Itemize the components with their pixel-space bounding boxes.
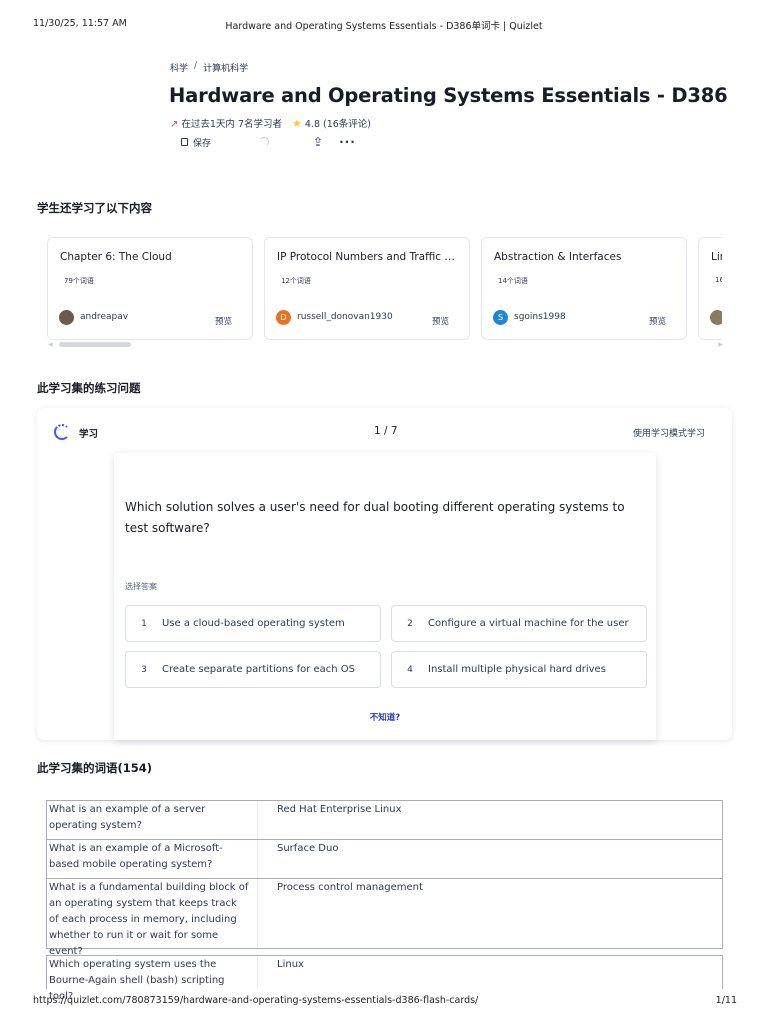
question-card: Which solution solves a user's need for … [114, 453, 656, 740]
option-text: Use a cloud-based operating system [162, 618, 345, 629]
avatar: D [276, 310, 291, 325]
star-icon: ★ [292, 117, 302, 130]
table-row: What is an example of a server operating… [46, 800, 723, 840]
more-icon[interactable]: ··· [339, 135, 356, 149]
learn-mode-label: 学习 [79, 429, 99, 440]
row-divider [257, 879, 258, 948]
option-number: 4 [407, 664, 413, 675]
term-question: What is a fundamental building block of … [49, 882, 249, 957]
print-url: https://quizlet.com/780873159/hardware-a… [33, 995, 479, 1006]
studyset-card[interactable]: IP Protocol Numbers and Traffic Types 12… [264, 237, 470, 340]
action-bar: 保存 ⇪ ··· [181, 135, 356, 149]
term-question: What is an example of a server operating… [49, 804, 206, 831]
print-header: 11/30/25, 11:57 AM Hardware and Operatin… [0, 18, 768, 32]
scrollbar-thumb[interactable] [59, 342, 131, 347]
card-title: Abstraction & Interfaces [494, 251, 622, 263]
learn-mode-icon [54, 424, 70, 440]
share-icon[interactable]: ⇪ [313, 135, 323, 149]
print-title: Hardware and Operating Systems Essential… [225, 21, 543, 32]
practice-heading: 此学习集的练习问题 [37, 381, 141, 395]
question-text: Which solution solves a user's need for … [125, 500, 625, 535]
studyset-card[interactable]: Lin 16 [698, 237, 722, 340]
card-term-count: 16 [715, 276, 722, 284]
breadcrumb-item-science[interactable]: 科学 [170, 61, 188, 74]
save-button[interactable]: 保存 [181, 136, 211, 149]
studyset-card[interactable]: Chapter 6: The Cloud 79个词语 andreapav 预览 [47, 237, 253, 340]
card-term-count: 12个词语 [281, 277, 311, 285]
row-divider [257, 801, 258, 839]
answer-option-3[interactable]: 3 Create separate partitions for each OS [125, 651, 381, 688]
practice-toolbar: 学习 1 / 7 使用学习模式学习 [37, 408, 732, 452]
breadcrumb-separator: / [194, 61, 198, 71]
preview-button[interactable]: 预览 [432, 315, 449, 327]
avatar [59, 310, 74, 325]
term-answer: Red Hat Enterprise Linux [277, 804, 402, 815]
rating-text: 4.8 (16条评论) [304, 119, 372, 130]
term-answer: Linux [277, 959, 304, 970]
option-number: 3 [141, 664, 147, 675]
studyset-card[interactable]: Abstraction & Interfaces 14个词语 S sgoins1… [481, 237, 687, 340]
card-term-count: 14个词语 [498, 277, 528, 285]
practice-panel: 学习 1 / 7 使用学习模式学习 Which solution solves … [37, 408, 732, 740]
card-title: IP Protocol Numbers and Traffic Types [277, 251, 459, 263]
option-text: Create separate partitions for each OS [162, 664, 356, 675]
avatar: S [493, 310, 508, 325]
table-row: What is a fundamental building block of … [46, 878, 723, 957]
breadcrumb-item-computer-science[interactable]: 计算机科学 [203, 61, 248, 74]
dont-know-button[interactable]: 不知道? [114, 711, 656, 723]
page-title: Hardware and Operating Systems Essential… [169, 84, 728, 107]
card-term-count: 79个词语 [64, 277, 94, 285]
use-learn-mode-link[interactable]: 使用学习模式学习 [633, 426, 705, 439]
print-page-number: 1/11 [715, 995, 737, 1006]
scroll-right-icon[interactable]: ▶ [718, 341, 723, 348]
learners-text: 在过去1天内 7名学习者 [181, 119, 282, 130]
trending-up-icon: ↗ [170, 119, 179, 130]
term-answer: Surface Duo [277, 843, 339, 854]
term-question: What is an example of a Microsoft-based … [49, 843, 223, 870]
row-divider [257, 956, 258, 989]
save-label: 保存 [193, 138, 212, 149]
option-number: 2 [407, 618, 413, 629]
preview-button[interactable]: 预览 [215, 315, 232, 327]
card-username[interactable]: sgoins1998 [514, 312, 566, 322]
card-username[interactable]: russell_donovan1930 [297, 312, 393, 322]
option-number: 1 [141, 618, 147, 629]
carousel-scrollbar[interactable]: ◀ ▶ [48, 341, 723, 348]
table-row: Which operating system uses the Bourne-A… [46, 955, 723, 1002]
also-studied-heading: 学生还学习了以下内容 [37, 201, 152, 215]
question-progress: 1 / 7 [374, 425, 398, 437]
loading-icon [259, 137, 270, 147]
choose-answer-label: 选择答案 [125, 582, 157, 591]
table-row: What is an example of a Microsoft-based … [46, 839, 723, 879]
card-username[interactable]: andreapav [80, 312, 128, 322]
option-text: Install multiple physical hard drives [428, 664, 606, 675]
set-meta: ↗ 在过去1天内 7名学习者 ★ 4.8 (16条评论) [170, 116, 371, 130]
option-text: Configure a virtual machine for the user [428, 618, 629, 629]
answer-option-2[interactable]: 2 Configure a virtual machine for the us… [391, 605, 647, 642]
also-studied-carousel: Chapter 6: The Cloud 79个词语 andreapav 预览 … [47, 237, 722, 341]
card-title: Lin [711, 251, 722, 263]
scroll-left-icon[interactable]: ◀ [48, 341, 53, 348]
learners-stat: ↗ 在过去1天内 7名学习者 [170, 116, 282, 130]
terms-heading: 此学习集的词语(154) [37, 761, 153, 775]
row-divider [257, 840, 258, 878]
breadcrumb: 科学 / 计算机科学 [170, 61, 248, 74]
term-answer: Process control management [277, 882, 423, 893]
rating-stat[interactable]: ★ 4.8 (16条评论) [292, 116, 371, 130]
avatar [710, 310, 722, 325]
preview-button[interactable]: 预览 [649, 315, 666, 327]
answer-option-1[interactable]: 1 Use a cloud-based operating system [125, 605, 381, 642]
answer-option-4[interactable]: 4 Install multiple physical hard drives [391, 651, 647, 688]
bookmark-icon [181, 138, 188, 146]
card-title: Chapter 6: The Cloud [60, 251, 172, 263]
